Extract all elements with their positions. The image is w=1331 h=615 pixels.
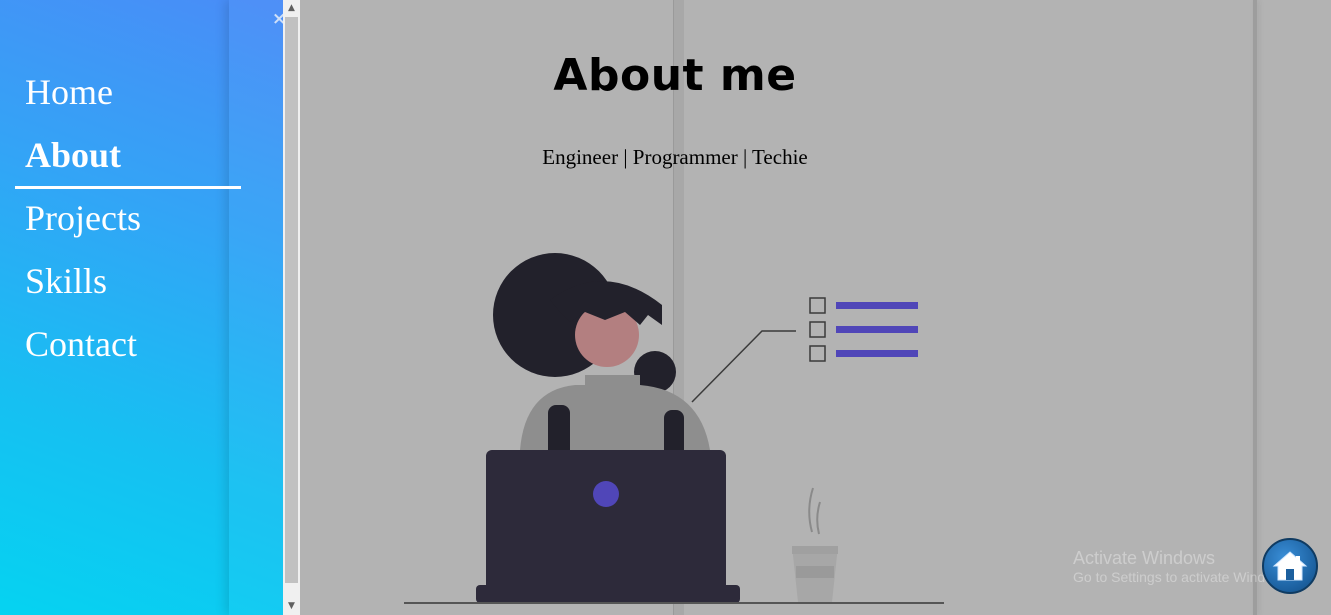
windows-activation-watermark: Activate Windows Go to Settings to activ… — [1073, 548, 1294, 585]
main-content: About me Engineer | Programmer | Techie — [300, 0, 1331, 615]
close-icon[interactable]: × — [272, 9, 283, 29]
page-title: About me — [553, 50, 797, 101]
sidebar-nav: × Home About Projects Skills Contact — [0, 0, 283, 615]
scroll-thumb[interactable] — [285, 17, 298, 583]
home-button[interactable] — [1262, 538, 1318, 594]
watermark-title: Activate Windows — [1073, 548, 1216, 568]
nav-item-projects[interactable]: Projects — [0, 188, 283, 251]
scroll-down-icon[interactable]: ▼ — [283, 598, 300, 615]
page-subtitle: Engineer | Programmer | Techie — [542, 145, 808, 169]
nav-item-home[interactable]: Home — [0, 62, 283, 125]
overlay-divider-right — [1253, 0, 1257, 615]
nav-menu: Home About Projects Skills Contact — [0, 62, 283, 377]
vertical-scrollbar[interactable]: ▲ ▼ — [283, 0, 300, 615]
nav-item-contact[interactable]: Contact — [0, 314, 283, 377]
nav-item-skills[interactable]: Skills — [0, 251, 283, 314]
watermark-subtitle: Go to Settings to activate Windows. — [1073, 569, 1294, 585]
home-icon — [1272, 551, 1308, 581]
scroll-up-icon[interactable]: ▲ — [283, 0, 300, 17]
nav-item-about[interactable]: About — [0, 125, 283, 189]
working-woman-illustration — [404, 253, 944, 604]
